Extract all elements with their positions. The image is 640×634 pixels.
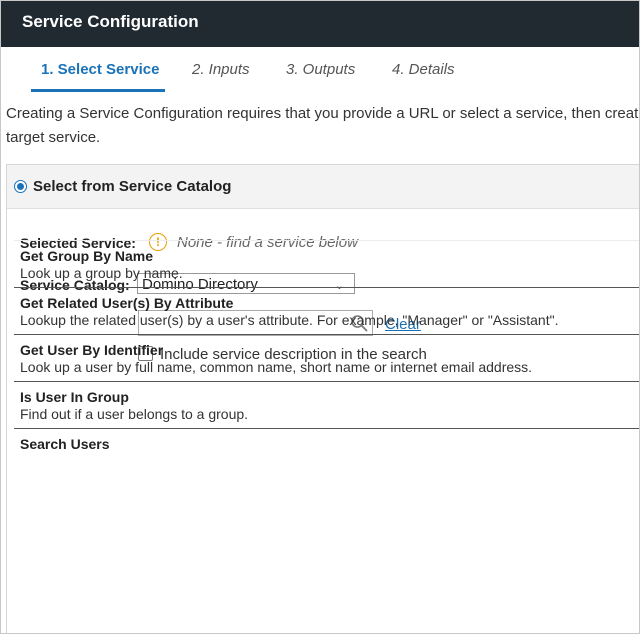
tab-outputs[interactable]: 3. Outputs: [286, 61, 355, 78]
service-name: Is User In Group: [20, 389, 129, 405]
tab-select-service[interactable]: 1. Select Service: [41, 61, 159, 78]
service-list: Get Group By Name Look up a group by nam…: [14, 240, 639, 475]
service-name: Search Users: [20, 436, 110, 452]
list-item[interactable]: Get User By Identifier Look up a user by…: [14, 334, 639, 381]
service-name: Get Group By Name: [20, 248, 154, 264]
service-description: Look up a user by full name, common name…: [20, 359, 533, 375]
intro-line-1: Creating a Service Configuration require…: [6, 105, 639, 122]
active-tab-indicator: [31, 89, 165, 92]
select-from-catalog-radio[interactable]: [14, 180, 27, 193]
list-item[interactable]: Get Group By Name Look up a group by nam…: [14, 240, 639, 287]
service-description: Find out if a user belongs to a group.: [20, 406, 249, 422]
service-name: Get User By Identifier: [20, 342, 164, 358]
intro-text: Creating a Service Configuration require…: [6, 102, 639, 150]
panel-header: Select from Service Catalog: [7, 165, 639, 209]
service-name: Get Related User(s) By Attribute: [20, 295, 234, 311]
title-bar: Service Configuration: [1, 1, 639, 47]
panel-title[interactable]: Select from Service Catalog: [33, 178, 231, 195]
service-description: Look up a group by name.: [20, 265, 183, 281]
tab-inputs[interactable]: 2. Inputs: [192, 61, 250, 78]
wizard-tabs: 1. Select Service 2. Inputs 3. Outputs 4…: [1, 47, 639, 95]
list-item[interactable]: Search Users: [14, 428, 639, 475]
list-item[interactable]: Get Related User(s) By Attribute Lookup …: [14, 287, 639, 334]
intro-line-2: target service.: [6, 129, 101, 146]
service-description: Lookup the related user(s) by a user's a…: [20, 312, 559, 328]
page-title: Service Configuration: [22, 12, 199, 31]
list-item[interactable]: Is User In Group Find out if a user belo…: [14, 381, 639, 428]
tab-details[interactable]: 4. Details: [392, 61, 455, 78]
service-configuration-window: Service Configuration 1. Select Service …: [0, 0, 640, 634]
